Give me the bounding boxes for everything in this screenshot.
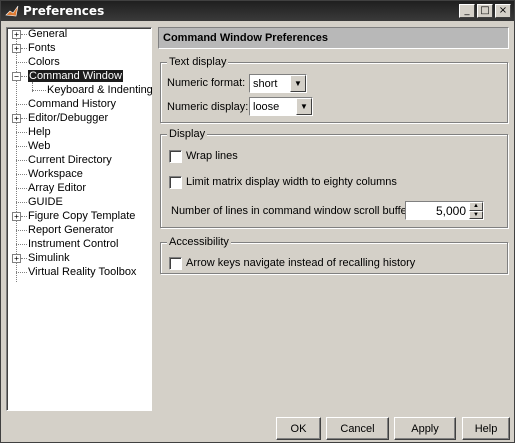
- limit-width-checkbox[interactable]: [169, 176, 182, 189]
- chevron-down-icon[interactable]: ▼: [296, 98, 312, 115]
- tree-item-command-window[interactable]: Command Window: [28, 70, 123, 83]
- tree-item-help[interactable]: Help: [28, 126, 51, 139]
- tree-item-fonts[interactable]: Fonts: [28, 42, 56, 55]
- limit-width-label[interactable]: Limit matrix display width to eighty col…: [186, 176, 397, 188]
- tree-item-array-editor[interactable]: Array Editor: [28, 182, 86, 195]
- numeric-format-select[interactable]: short ▼: [249, 74, 307, 93]
- collapse-icon[interactable]: −: [12, 72, 21, 81]
- tree-item-virtual-reality-toolbox[interactable]: Virtual Reality Toolbox: [28, 266, 136, 279]
- apply-button[interactable]: Apply: [394, 417, 456, 440]
- text-display-legend: Text display: [167, 56, 229, 68]
- numeric-format-label: Numeric format:: [167, 77, 246, 89]
- expand-icon[interactable]: +: [12, 114, 21, 123]
- preferences-tree[interactable]: + General + Fonts Colors − Command Windo…: [6, 27, 153, 411]
- maximize-icon[interactable]: □: [477, 4, 493, 18]
- tree-item-report-generator[interactable]: Report Generator: [28, 224, 114, 237]
- tree-item-editor-debugger[interactable]: Editor/Debugger: [28, 112, 108, 125]
- tree-item-instrument-control[interactable]: Instrument Control: [28, 238, 118, 251]
- tree-item-general[interactable]: General: [28, 28, 67, 41]
- close-icon[interactable]: ×: [495, 4, 511, 18]
- scroll-buffer-label: Number of lines in command window scroll…: [171, 205, 414, 217]
- numeric-display-select[interactable]: loose ▼: [249, 97, 313, 116]
- wrap-lines-checkbox[interactable]: [169, 150, 182, 163]
- spinner-down-icon[interactable]: ▼: [469, 210, 483, 219]
- wrap-lines-label[interactable]: Wrap lines: [186, 150, 238, 162]
- tree-item-current-directory[interactable]: Current Directory: [28, 154, 112, 167]
- tree-item-keyboard-indenting[interactable]: Keyboard & Indenting: [47, 84, 153, 97]
- minimize-icon[interactable]: _: [459, 4, 475, 18]
- text-display-group: Text display: [160, 56, 508, 123]
- tree-item-command-history[interactable]: Command History: [28, 98, 116, 111]
- cancel-button[interactable]: Cancel: [326, 417, 389, 440]
- tree-item-web[interactable]: Web: [28, 140, 50, 153]
- accessibility-legend: Accessibility: [167, 236, 231, 248]
- arrow-keys-checkbox[interactable]: [169, 257, 182, 270]
- window-title: Preferences: [23, 4, 105, 18]
- tree-item-workspace[interactable]: Workspace: [28, 168, 83, 181]
- ok-button[interactable]: OK: [276, 417, 321, 440]
- expand-icon[interactable]: +: [12, 30, 21, 39]
- scroll-buffer-spinner[interactable]: 5,000 ▲ ▼: [405, 201, 484, 220]
- help-button[interactable]: Help: [462, 417, 510, 440]
- expand-icon[interactable]: +: [12, 254, 21, 263]
- numeric-display-label: Numeric display:: [167, 101, 249, 113]
- expand-icon[interactable]: +: [12, 212, 21, 221]
- tree-item-simulink[interactable]: Simulink: [28, 252, 70, 265]
- expand-icon[interactable]: +: [12, 44, 21, 53]
- arrow-keys-label[interactable]: Arrow keys navigate instead of recalling…: [186, 257, 415, 269]
- panel-header: Command Window Preferences: [158, 27, 509, 49]
- display-legend: Display: [167, 128, 208, 140]
- preferences-window: Preferences _ □ × + General + Fonts Colo…: [0, 0, 515, 443]
- matlab-logo-icon: [5, 4, 19, 18]
- tree-item-colors[interactable]: Colors: [28, 56, 60, 69]
- title-bar[interactable]: Preferences _ □ ×: [1, 1, 514, 21]
- tree-item-figure-copy-template[interactable]: Figure Copy Template: [28, 210, 135, 223]
- tree-item-guide[interactable]: GUIDE: [28, 196, 63, 209]
- spinner-up-icon[interactable]: ▲: [469, 202, 483, 211]
- chevron-down-icon[interactable]: ▼: [290, 75, 306, 92]
